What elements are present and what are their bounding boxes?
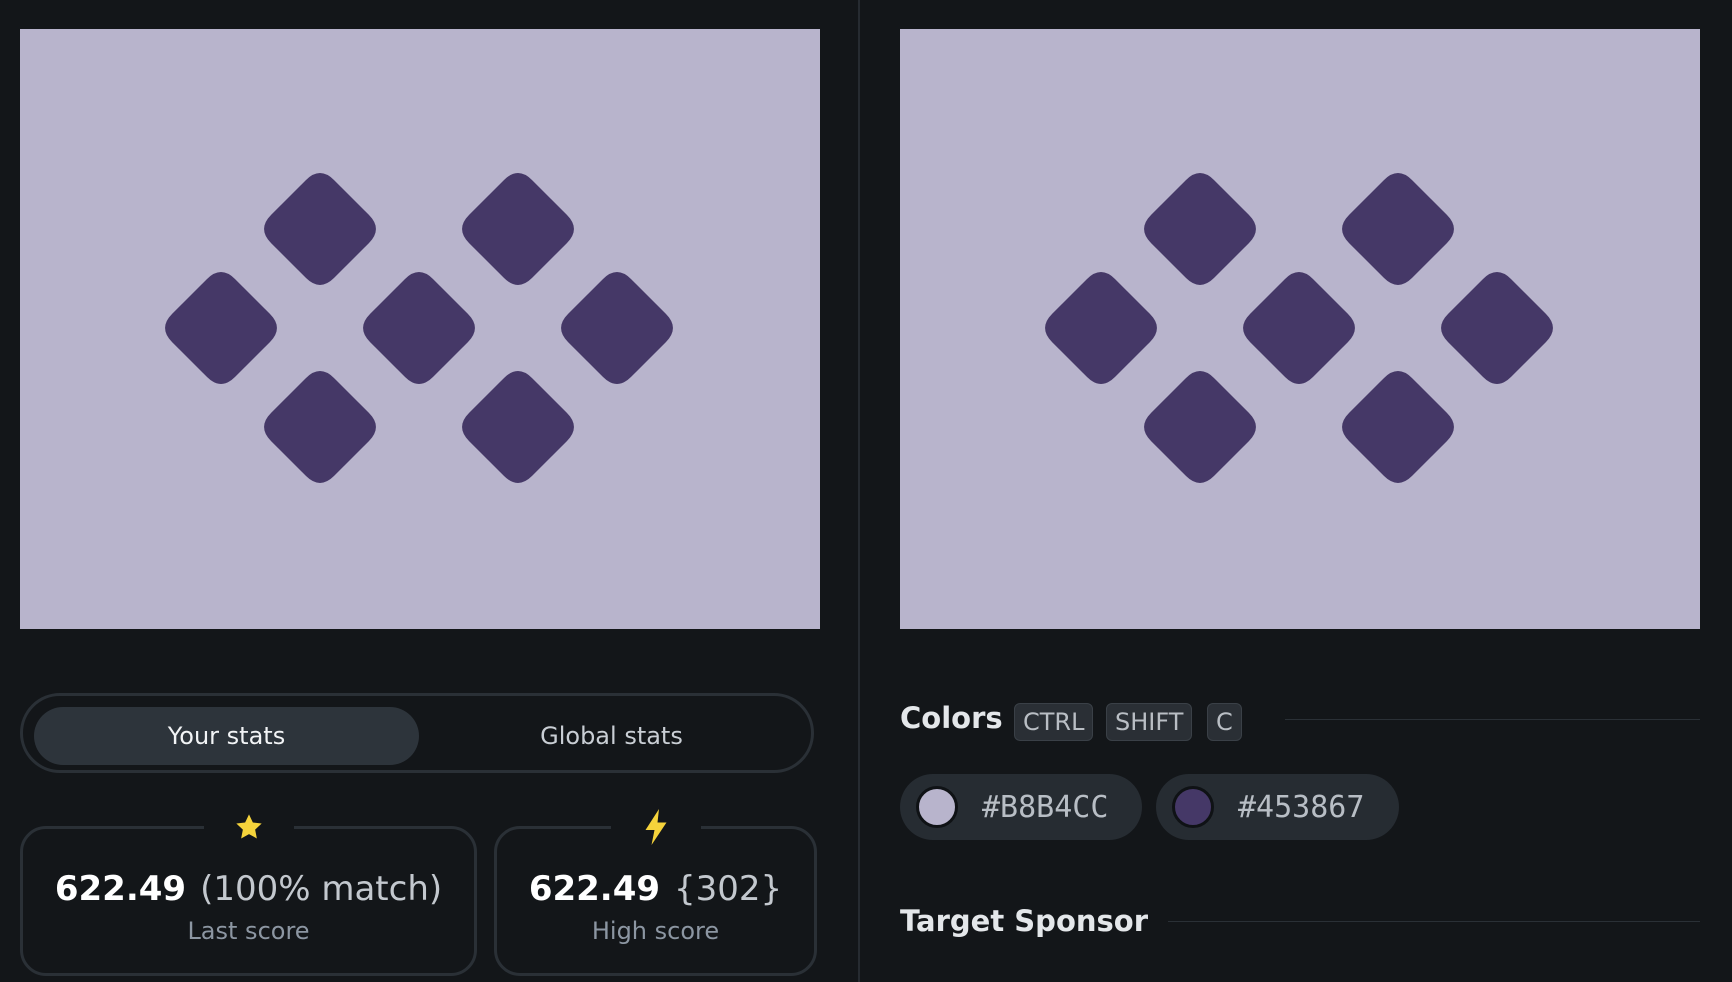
colors-divider — [1285, 719, 1700, 720]
shortcut-key-ctrl: CTRL — [1014, 703, 1094, 741]
diamond-shape — [264, 173, 376, 285]
diamond-shape — [1342, 371, 1454, 483]
global-stats-tab[interactable]: Global stats — [419, 707, 804, 765]
high-score-card: 622.49 {302} High score — [494, 807, 817, 976]
last-score-label: Last score — [187, 917, 310, 945]
diamond-shape — [1441, 272, 1553, 384]
diamond-shape — [1045, 272, 1157, 384]
shortcut-key-c: C — [1207, 703, 1242, 741]
diamond-shape — [165, 272, 277, 384]
diamond-shape — [561, 272, 673, 384]
target-canvas — [900, 29, 1700, 629]
star-icon — [203, 807, 294, 847]
shortcut-key-shift: SHIFT — [1106, 703, 1193, 741]
diamond-shape — [1342, 173, 1454, 285]
high-score-label: High score — [591, 917, 720, 945]
color-swatch — [1172, 786, 1214, 828]
diamond-shape — [264, 371, 376, 483]
panel-divider — [858, 0, 860, 982]
diamond-shape — [462, 371, 574, 483]
lightning-icon — [610, 807, 701, 847]
last-score-match: (100% match) — [200, 869, 443, 909]
high-score-line: 622.49 {302} — [497, 869, 814, 909]
diamond-shape — [363, 272, 475, 384]
diamond-shape — [1144, 173, 1256, 285]
color-swatch — [916, 786, 958, 828]
target-sponsor-title: Target Sponsor — [900, 904, 1149, 938]
color-chip[interactable]: #453867 — [1156, 774, 1399, 840]
output-canvas[interactable] — [20, 29, 820, 629]
high-score-value: 622.49 — [528, 869, 661, 909]
color-chip[interactable]: #B8B4CC — [900, 774, 1142, 840]
diamond-shape — [1144, 371, 1256, 483]
colors-title: Colors — [900, 701, 1003, 735]
target-shapes — [900, 29, 1700, 629]
color-hex: #B8B4CC — [982, 789, 1109, 825]
stats-toggle: Your stats Global stats — [20, 693, 814, 773]
last-score-line: 622.49 (100% match) — [23, 869, 474, 909]
last-score-card: 622.49 (100% match) Last score — [20, 807, 477, 976]
diamond-shape — [462, 173, 574, 285]
sponsor-divider — [1168, 921, 1700, 922]
your-stats-tab[interactable]: Your stats — [34, 707, 419, 765]
output-shapes — [20, 29, 820, 629]
diamond-shape — [1243, 272, 1355, 384]
color-hex: #453867 — [1238, 789, 1365, 825]
last-score-value: 622.49 — [54, 869, 187, 909]
high-score-code: {302} — [674, 869, 783, 909]
